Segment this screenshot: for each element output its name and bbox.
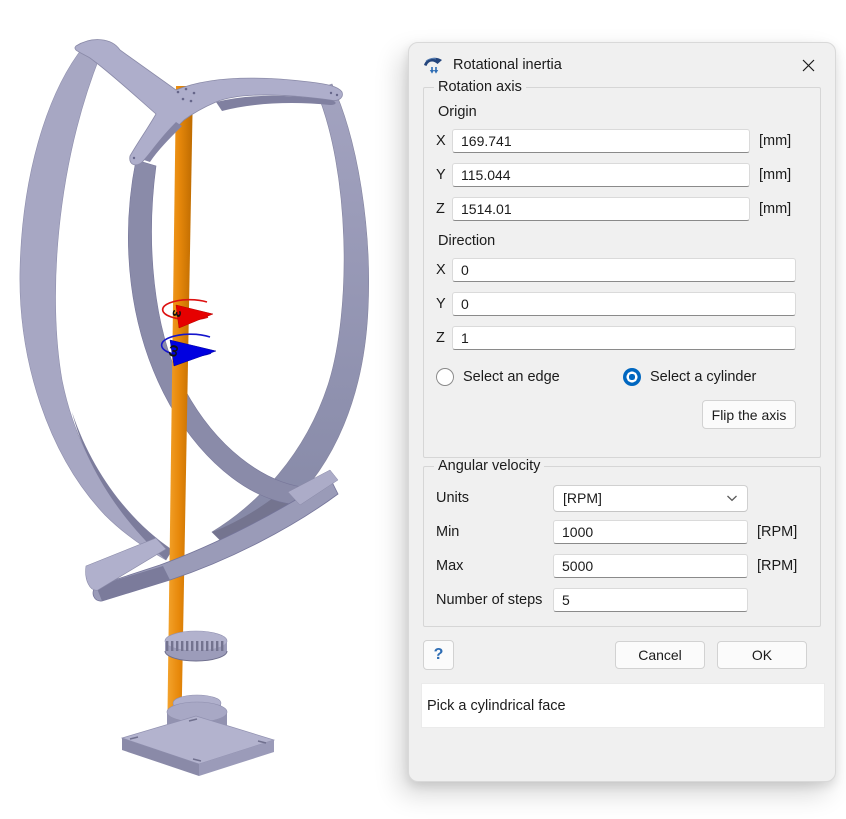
steps-label: Number of steps bbox=[436, 592, 553, 608]
units-selected-value: [RPM] bbox=[563, 490, 602, 506]
help-button[interactable]: ? bbox=[423, 640, 454, 670]
turbine-base bbox=[122, 695, 274, 776]
select-edge-option[interactable]: Select an edge bbox=[436, 368, 623, 386]
chevron-down-icon bbox=[726, 494, 738, 502]
flip-axis-button[interactable]: Flip the axis bbox=[702, 400, 796, 429]
turbine-blade-front bbox=[128, 160, 310, 505]
steps-row: Number of steps bbox=[436, 583, 808, 617]
status-text: Pick a cylindrical face bbox=[427, 698, 566, 714]
direction-x-input[interactable] bbox=[452, 258, 796, 282]
origin-y-row: Y [mm] bbox=[436, 158, 808, 192]
angular-velocity-legend: Angular velocity bbox=[434, 458, 544, 474]
direction-label: Direction bbox=[438, 233, 808, 249]
steps-input[interactable] bbox=[553, 588, 748, 612]
origin-z-input[interactable] bbox=[452, 197, 750, 221]
units-label: Units bbox=[436, 490, 553, 506]
origin-z-row: Z [mm] bbox=[436, 192, 808, 226]
min-input[interactable] bbox=[553, 520, 748, 544]
close-icon bbox=[802, 59, 815, 72]
turbine-3d-model: ε ω bbox=[0, 0, 430, 814]
dialog-footer: ? Cancel OK bbox=[423, 640, 821, 670]
direction-x-axis-label: X bbox=[436, 262, 452, 278]
direction-z-input[interactable] bbox=[452, 326, 796, 350]
direction-z-row: Z bbox=[436, 321, 808, 355]
cad-viewport[interactable]: ε ω bbox=[0, 0, 430, 814]
app-window: { "viewport": { "model": { "angular_acce… bbox=[0, 0, 846, 814]
origin-y-unit: [mm] bbox=[759, 167, 799, 183]
status-bar: Pick a cylindrical face bbox=[421, 683, 825, 728]
rotation-axis-legend: Rotation axis bbox=[434, 79, 526, 95]
min-label: Min bbox=[436, 524, 553, 540]
rotational-inertia-dialog: Rotational inertia Rotation axis Origin … bbox=[408, 42, 836, 782]
direction-y-row: Y bbox=[436, 287, 808, 321]
units-select[interactable]: [RPM] bbox=[553, 485, 748, 512]
max-unit: [RPM] bbox=[757, 558, 797, 574]
max-label: Max bbox=[436, 558, 553, 574]
flip-axis-row: Flip the axis bbox=[436, 400, 808, 429]
max-input[interactable] bbox=[553, 554, 748, 578]
origin-x-unit: [mm] bbox=[759, 133, 799, 149]
select-edge-radio[interactable] bbox=[436, 368, 454, 386]
dialog-title: Rotational inertia bbox=[453, 57, 562, 73]
origin-x-input[interactable] bbox=[452, 129, 750, 153]
select-edge-label: Select an edge bbox=[463, 369, 560, 385]
origin-y-axis-label: Y bbox=[436, 167, 452, 183]
direction-z-axis-label: Z bbox=[436, 330, 452, 346]
min-unit: [RPM] bbox=[757, 524, 797, 540]
origin-z-axis-label: Z bbox=[436, 201, 452, 217]
select-cylinder-label: Select a cylinder bbox=[650, 369, 756, 385]
origin-x-row: X [mm] bbox=[436, 124, 808, 158]
origin-label: Origin bbox=[438, 104, 808, 120]
direction-x-row: X bbox=[436, 253, 808, 287]
turbine-blade-lower-cross bbox=[86, 470, 338, 601]
direction-y-axis-label: Y bbox=[436, 296, 452, 312]
ok-button[interactable]: OK bbox=[717, 641, 807, 669]
min-row: Min [RPM] bbox=[436, 515, 808, 549]
max-row: Max [RPM] bbox=[436, 549, 808, 583]
rotational-inertia-icon bbox=[423, 55, 444, 75]
origin-y-input[interactable] bbox=[452, 163, 750, 187]
origin-z-unit: [mm] bbox=[759, 201, 799, 217]
angular-velocity-group: Angular velocity Units [RPM] Min [RPM] M… bbox=[423, 458, 821, 627]
select-cylinder-option[interactable]: Select a cylinder bbox=[623, 368, 756, 386]
select-cylinder-radio[interactable] bbox=[623, 368, 641, 386]
direction-y-input[interactable] bbox=[452, 292, 796, 316]
close-button[interactable] bbox=[795, 52, 821, 78]
turbine-gear-flange bbox=[165, 631, 227, 661]
axis-selection-radio-group: Select an edge Select a cylinder bbox=[436, 365, 808, 389]
origin-x-axis-label: X bbox=[436, 133, 452, 149]
units-row: Units [RPM] bbox=[436, 481, 808, 515]
dialog-header: Rotational inertia bbox=[423, 43, 821, 79]
turbine-top-hub bbox=[75, 40, 342, 165]
rotation-axis-group: Rotation axis Origin X [mm] Y [mm] Z [mm… bbox=[423, 79, 821, 458]
cancel-button[interactable]: Cancel bbox=[615, 641, 705, 669]
